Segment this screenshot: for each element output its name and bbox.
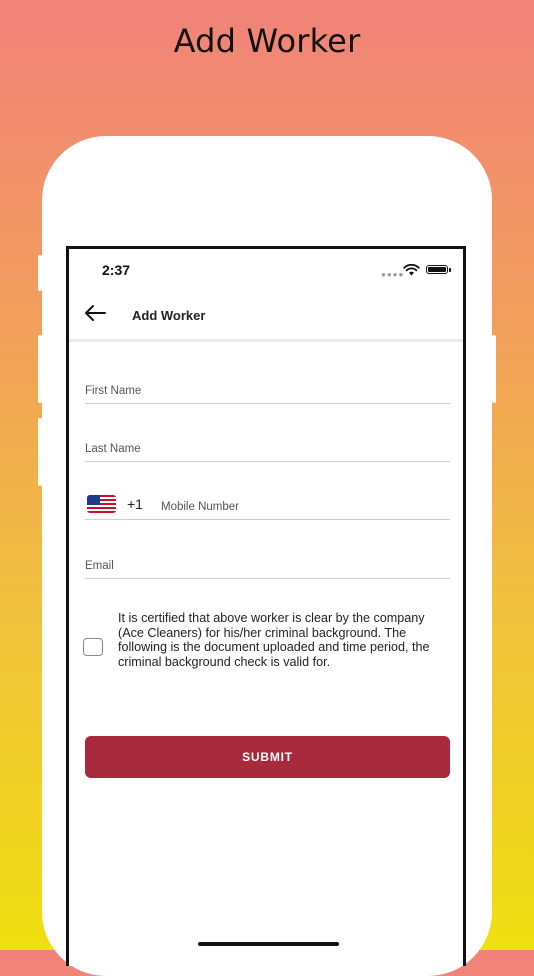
- phone-side-button: [38, 255, 42, 291]
- first-name-field: [85, 369, 450, 404]
- back-arrow-icon[interactable]: [83, 303, 107, 323]
- wifi-icon: [403, 263, 420, 281]
- submit-button[interactable]: SUBMIT: [85, 736, 450, 778]
- home-indicator: [198, 942, 339, 946]
- mobile-number-input[interactable]: [161, 501, 441, 513]
- last-name-field: [85, 427, 450, 462]
- email-input[interactable]: [85, 560, 450, 572]
- status-time: 2:37: [102, 262, 131, 278]
- mobile-number-field: +1: [85, 485, 450, 520]
- status-bar: 2:37 ●●●●: [69, 249, 463, 291]
- email-field: [85, 544, 450, 579]
- phone-side-button: [38, 418, 42, 486]
- country-code[interactable]: +1: [127, 496, 143, 512]
- nav-bar: Add Worker: [69, 291, 463, 342]
- us-flag-icon[interactable]: [87, 495, 116, 513]
- battery-icon: [426, 265, 448, 274]
- nav-title: Add Worker: [132, 308, 206, 323]
- app-screen: 2:37 ●●●● Add Worker First Name Last Nam…: [66, 246, 466, 966]
- banner-title: Add Worker: [173, 22, 361, 60]
- first-name-input[interactable]: [85, 385, 450, 397]
- certification-checkbox[interactable]: [83, 638, 103, 656]
- phone-side-button: [38, 335, 42, 403]
- signal-icon: ●●●●: [381, 270, 405, 279]
- certification-text: It is certified that above worker is cle…: [118, 611, 430, 669]
- battery-tip: [449, 268, 451, 272]
- last-name-input[interactable]: [85, 443, 450, 455]
- phone-side-button: [492, 335, 496, 403]
